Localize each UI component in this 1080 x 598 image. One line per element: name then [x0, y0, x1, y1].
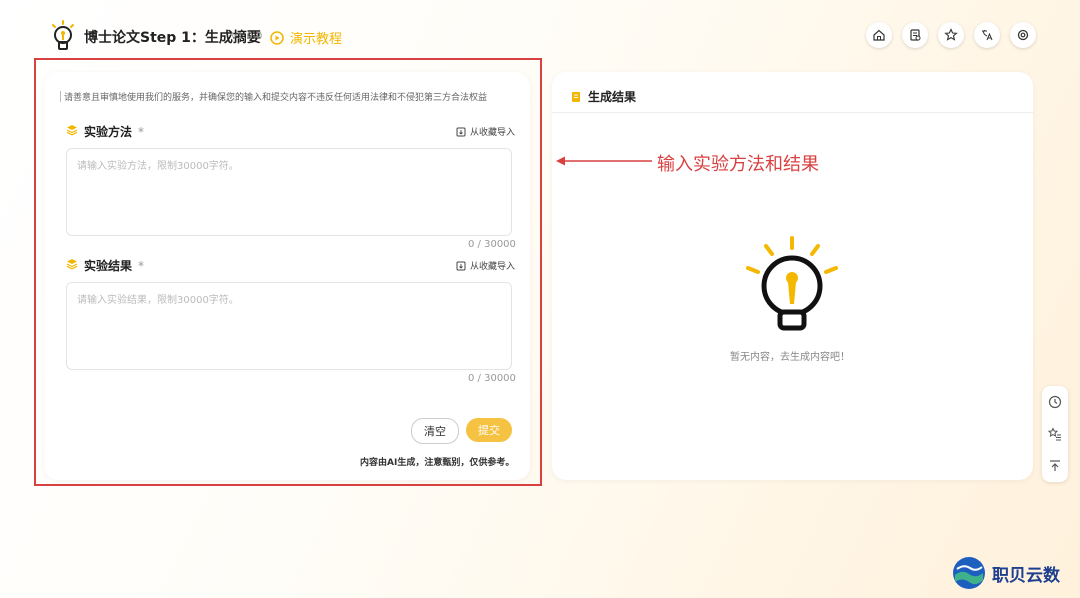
import-icon	[456, 127, 466, 136]
document-icon	[910, 29, 921, 41]
empty-lightbulb-icon	[746, 236, 838, 331]
method-required-mark: *	[138, 124, 145, 139]
ai-disclaimer: 内容由AI生成，注意甄别，仅供参考。	[360, 458, 515, 468]
annotation-text: 输入实验方法和结果	[657, 154, 819, 175]
demo-tutorial-link[interactable]: 演示教程	[270, 28, 342, 47]
demo-tutorial-label: 演示教程	[290, 32, 343, 47]
scroll-icon	[572, 91, 580, 102]
settings-button[interactable]	[1010, 22, 1036, 48]
brand-logo-icon	[953, 557, 985, 589]
result-panel-title: 生成结果	[588, 90, 637, 104]
brand-watermark: 职贝云数	[952, 556, 1060, 590]
home-icon	[873, 29, 885, 41]
settings-icon	[1017, 29, 1029, 41]
method-import-label: 从收藏导入	[470, 128, 516, 138]
star-icon	[944, 28, 958, 41]
method-label: 实验方法	[84, 125, 133, 139]
method-placeholder: 请输入实验方法，限制30000字符。	[77, 161, 239, 172]
clear-button[interactable]: 清空	[411, 418, 459, 444]
method-char-counter: 0 / 30000	[468, 239, 516, 250]
brand-name: 职贝云数	[992, 565, 1060, 586]
version-label: v1.0.0	[231, 31, 263, 42]
app-header: 博士论文Step 1：生成摘要 v1.0.0 演示教程	[0, 0, 1080, 70]
play-circle-icon	[270, 30, 284, 45]
annotation-arrow-icon	[556, 156, 652, 166]
lightbulb-logo-icon	[52, 20, 74, 50]
result-placeholder: 请输入实验结果，限制30000字符。	[77, 295, 239, 306]
usage-notice: 请善意且审慎地使用我们的服务，并确保您的输入和提交内容不违反任何适用法律和不侵犯…	[59, 90, 487, 103]
history-icon[interactable]	[1048, 395, 1062, 409]
favorites-list-icon[interactable]	[1048, 427, 1062, 441]
top-toolbar	[866, 22, 1036, 48]
result-import-button[interactable]: 从收藏导入	[456, 259, 515, 272]
back-to-top-icon[interactable]	[1048, 459, 1062, 473]
method-input[interactable]: 请输入实验方法，限制30000字符。	[66, 148, 512, 236]
result-panel-divider	[552, 112, 1033, 113]
empty-state-text: 暂无内容，去生成内容吧！	[730, 352, 850, 363]
method-section-label: 实验方法 *	[66, 123, 144, 140]
result-input[interactable]: 请输入实验结果，限制30000字符。	[66, 282, 512, 370]
favorites-button[interactable]	[938, 22, 964, 48]
translate-button[interactable]	[974, 22, 1000, 48]
home-button[interactable]	[866, 22, 892, 48]
result-panel-header: 生成结果	[570, 88, 636, 105]
result-label: 实验结果	[84, 259, 133, 273]
translate-icon	[982, 30, 993, 41]
side-toolbar	[1042, 386, 1068, 482]
result-import-label: 从收藏导入	[470, 262, 516, 272]
layers-icon	[66, 258, 78, 273]
result-required-mark: *	[138, 258, 145, 273]
document-button[interactable]	[902, 22, 928, 48]
result-section-label: 实验结果 *	[66, 257, 144, 274]
method-import-button[interactable]: 从收藏导入	[456, 125, 515, 138]
layers-icon	[66, 124, 78, 139]
import-icon	[456, 261, 466, 270]
result-char-counter: 0 / 30000	[468, 373, 516, 384]
submit-button[interactable]: 提交	[466, 418, 512, 442]
